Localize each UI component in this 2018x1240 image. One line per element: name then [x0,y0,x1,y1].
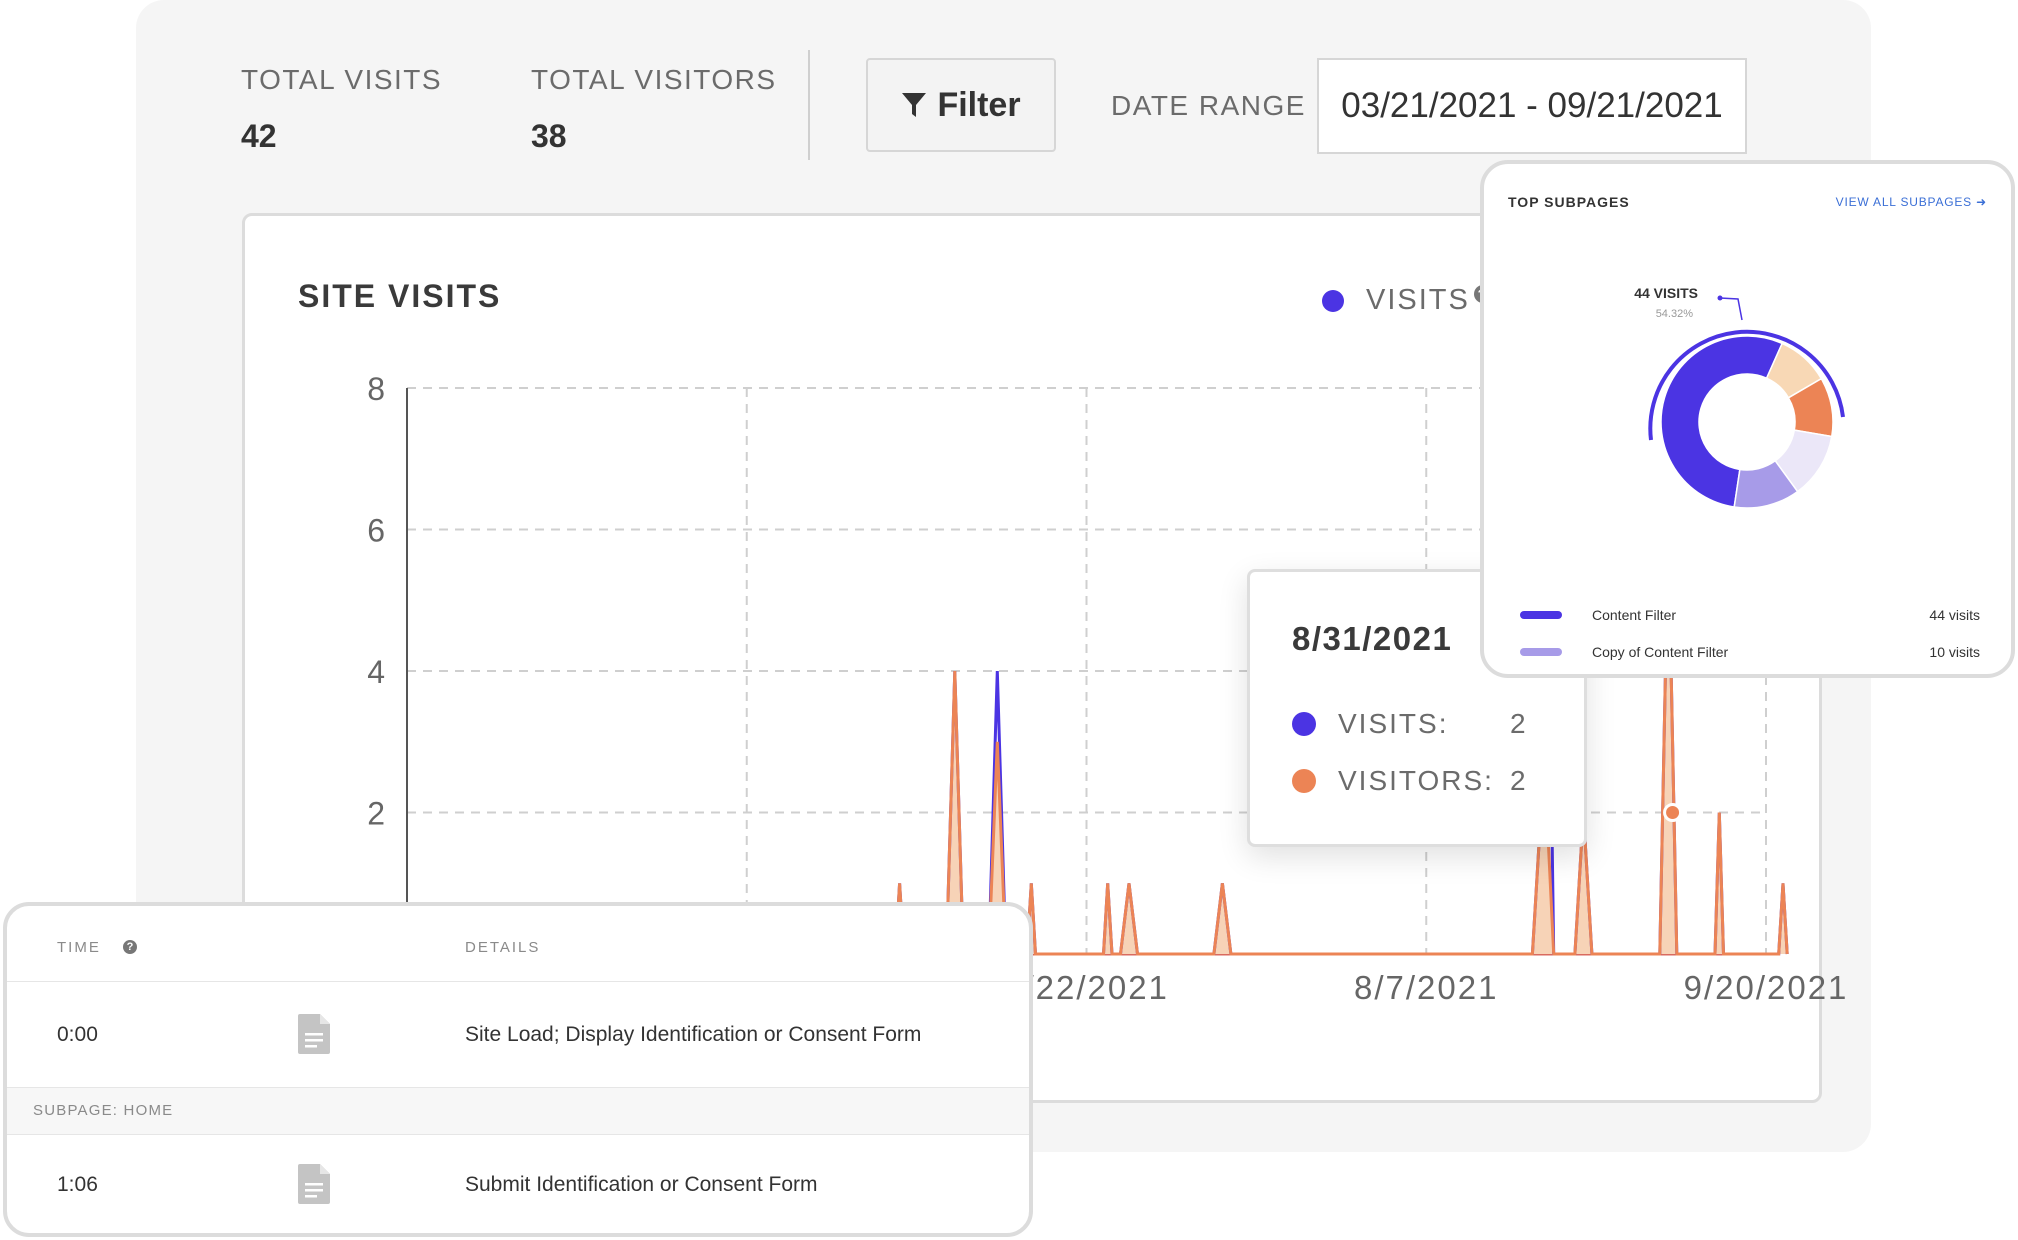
time-header: TIME [57,939,101,956]
log-header: TIME ? DETAILS [7,906,1029,982]
tooltip-date: 8/31/2021 [1292,620,1453,657]
log-time: 1:06 [57,1173,98,1196]
y-tick-label: 8 [367,371,385,407]
log-row[interactable]: 0:00 Site Load; Display Identification o… [7,982,1029,1088]
subpage-swatch [1520,648,1562,656]
subpage-item[interactable]: Content Filter 44 visits [1520,605,1980,625]
subpage-swatch [1520,611,1562,619]
y-tick-label: 2 [367,796,385,832]
x-tick-labels: 7/22/2021 8/7/2021 9/20/2021 [1004,969,1849,1006]
subpage-label: Content Filter [1592,607,1677,623]
document-icon [298,1014,330,1054]
help-icon[interactable]: ? [123,940,137,954]
x-tick-label: 8/7/2021 [1354,969,1498,1006]
log-time: 0:00 [57,1023,98,1046]
y-tick-labels: 2 4 6 8 [367,371,385,832]
tooltip-visitors-row: VISITORS: [1292,765,1494,797]
subpage-item[interactable]: Copy of Content Filter 10 visits [1520,642,1980,662]
tooltip-visits-row: VISITS: [1292,708,1448,740]
log-details: Submit Identification or Consent Form [465,1173,818,1196]
callout-percent: 54.32% [1656,308,1694,320]
subpage-count: 44 visits [1929,607,1980,623]
tooltip-visits-label: VISITS: [1338,708,1449,739]
activity-log-card: TIME ? DETAILS 0:00 Site Load; Display I… [3,902,1033,1237]
x-tick-label: 9/20/2021 [1684,969,1849,1006]
subpages-donut: 44 VISITS 54.32% [1634,285,1845,509]
section-label: SUBPAGE: HOME [33,1102,174,1119]
top-subpages-card: TOP SUBPAGES VIEW ALL SUBPAGES ➜ 44 VISI… [1480,160,2015,678]
y-tick-label: 6 [367,513,385,549]
log-row[interactable]: 1:06 Submit Identification or Consent Fo… [7,1135,1029,1233]
tooltip-visitors-label: VISITORS: [1338,765,1494,796]
callout-dot [1717,295,1723,301]
subpage-label: Copy of Content Filter [1592,644,1729,660]
y-tick-label: 4 [367,654,385,690]
subpage-count: 10 visits [1929,644,1980,660]
visitors-dot [1292,769,1316,793]
donut-slices [1660,335,1834,509]
tooltip-visits-value: 2 [1510,708,1526,739]
callout-leader [1719,297,1743,321]
document-icon [298,1164,330,1204]
hover-point[interactable] [1663,803,1683,822]
details-header: DETAILS [465,939,541,956]
log-details: Site Load; Display Identification or Con… [465,1023,922,1046]
callout-value: 44 VISITS [1634,285,1698,301]
log-section-header: SUBPAGE: HOME [7,1088,1029,1135]
visits-dot [1292,712,1316,736]
tooltip-visitors-value: 2 [1510,765,1526,796]
